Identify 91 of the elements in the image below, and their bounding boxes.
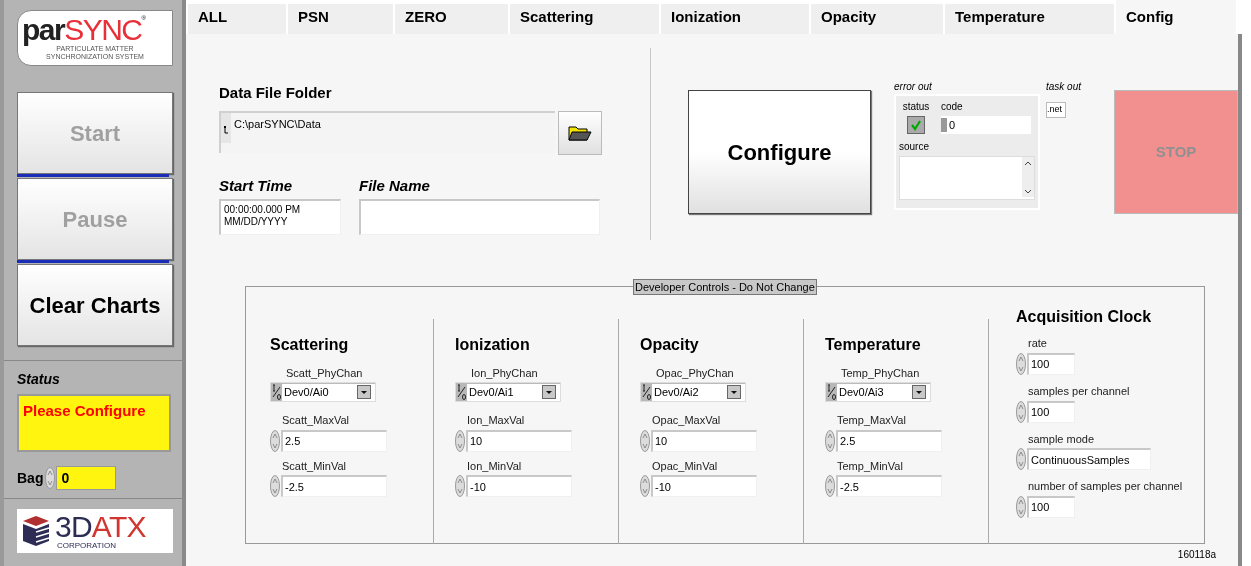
spinner-icon[interactable] xyxy=(1016,352,1026,375)
spinner-icon[interactable] xyxy=(1016,448,1026,471)
tab[interactable]: Temperature xyxy=(943,4,1114,34)
field-label: Temp_PhyChan xyxy=(840,367,921,381)
spinner-icon[interactable] xyxy=(455,429,465,452)
spinner-icon[interactable] xyxy=(640,429,650,452)
tab[interactable]: Opacity xyxy=(809,4,943,34)
channel-dropdown[interactable]: Dev0/Ai1 xyxy=(455,381,561,402)
numeric-field[interactable]: 10 xyxy=(466,429,572,452)
folder-label: Data File Folder xyxy=(219,83,333,103)
field-label: Temp_MaxVal xyxy=(836,413,907,428)
numeric-field[interactable]: -10 xyxy=(651,475,757,498)
field-label: samples per channel xyxy=(1027,384,1131,399)
company-subtitle: CORPORATION xyxy=(56,542,117,550)
numeric-field[interactable]: 10 xyxy=(651,429,757,452)
spinner-icon[interactable] xyxy=(455,475,465,498)
error-out-label: error out xyxy=(894,82,933,92)
field-label: Scatt_PhyChan xyxy=(285,367,364,381)
field-label: Ion_MinVal xyxy=(466,459,523,474)
source-label: source xyxy=(899,140,930,154)
file-name-label: File Name xyxy=(359,175,431,196)
configure-button[interactable]: Configure xyxy=(688,90,871,214)
spinner-icon[interactable] xyxy=(270,429,280,452)
start-time-field[interactable]: 00:00:00.000 PM MM/DD/YYYY xyxy=(219,199,341,235)
panel-title: Developer Controls - Do Not Change xyxy=(633,279,817,295)
field-label: Ion_MaxVal xyxy=(466,413,526,428)
io-icon xyxy=(271,382,282,401)
io-icon xyxy=(826,382,837,401)
numeric-field[interactable]: -10 xyxy=(466,475,572,498)
status-label: Status xyxy=(17,370,61,389)
numeric-field[interactable]: 2.5 xyxy=(836,429,942,452)
section-title: Opacity xyxy=(640,335,700,355)
field-label: number of samples per channel xyxy=(1027,480,1183,494)
spinner-icon[interactable] xyxy=(1016,496,1026,518)
numeric-field[interactable]: 100 xyxy=(1027,352,1075,375)
field-label: Temp_MinVal xyxy=(836,459,904,474)
numeric-field[interactable]: 100 xyxy=(1027,496,1075,518)
numeric-field[interactable]: -2.5 xyxy=(836,475,942,498)
section-title: Scattering xyxy=(270,335,350,355)
logo-text: parSYNC xyxy=(22,15,142,45)
task-out-label: task out xyxy=(1046,82,1082,92)
field-label: rate xyxy=(1027,337,1048,351)
spinner-icon[interactable] xyxy=(45,467,56,489)
field-label: Ion_PhyChan xyxy=(470,367,539,381)
spinner-icon[interactable] xyxy=(1016,400,1026,423)
side-button[interactable]: Clear Charts xyxy=(17,264,173,346)
status-display: Please Configure xyxy=(17,394,171,452)
bag-field[interactable]: 0 xyxy=(56,466,117,490)
bag-label: Bag xyxy=(17,468,44,488)
code-field: 0 xyxy=(941,116,1031,134)
company-name: 3DATX xyxy=(55,512,146,542)
start-time-label: Start Time xyxy=(219,175,294,196)
numeric-field[interactable]: 2.5 xyxy=(281,429,387,452)
tab[interactable]: ALL xyxy=(186,4,286,34)
spinner-icon[interactable] xyxy=(825,429,835,452)
field-label: Scatt_MinVal xyxy=(281,459,347,474)
section-title: Temperature xyxy=(825,335,922,355)
field-label: sample mode xyxy=(1027,432,1096,447)
spinner-icon[interactable] xyxy=(825,475,835,498)
tab[interactable]: ZERO xyxy=(393,4,508,34)
numeric-field[interactable]: 100 xyxy=(1027,400,1075,423)
file-name-field[interactable] xyxy=(359,199,600,235)
section-title: Ionization xyxy=(455,335,531,355)
numeric-field[interactable]: -2.5 xyxy=(281,475,387,498)
section-title: Acquisition Clock xyxy=(1016,307,1153,327)
channel-dropdown[interactable]: Dev0/Ai3 xyxy=(825,381,931,402)
io-icon xyxy=(456,382,467,401)
io-icon xyxy=(641,382,652,401)
channel-dropdown[interactable]: Dev0/Ai2 xyxy=(640,381,746,402)
spinner-icon[interactable] xyxy=(270,475,280,498)
task-out-field: .net xyxy=(1046,102,1066,118)
tab[interactable]: Scattering xyxy=(508,4,659,34)
folder-icon xyxy=(568,124,592,141)
path-icon xyxy=(221,112,231,143)
tab[interactable]: Ionization xyxy=(659,4,809,34)
code-label: code xyxy=(941,100,964,114)
tab[interactable]: PSN xyxy=(286,4,393,34)
field-label: Opac_PhyChan xyxy=(655,367,735,381)
spinner-icon[interactable] xyxy=(640,475,650,498)
version-label: 160118a xyxy=(1177,548,1217,562)
status-field-label: status xyxy=(902,100,930,114)
cube-stack-icon xyxy=(21,515,51,547)
numeric-field[interactable]: ContinuousSamples xyxy=(1027,448,1151,471)
field-label: Opac_MinVal xyxy=(651,459,719,474)
field-label: Scatt_MaxVal xyxy=(281,413,351,428)
field-label: Opac_MaxVal xyxy=(651,413,722,428)
tab[interactable]: Config xyxy=(1114,0,1236,34)
browse-button[interactable] xyxy=(558,110,602,155)
path-field[interactable]: C:\parSYNC\Data xyxy=(219,110,555,153)
channel-dropdown[interactable]: Dev0/Ai0 xyxy=(270,381,376,402)
scrollbar-icon[interactable] xyxy=(1022,157,1034,197)
